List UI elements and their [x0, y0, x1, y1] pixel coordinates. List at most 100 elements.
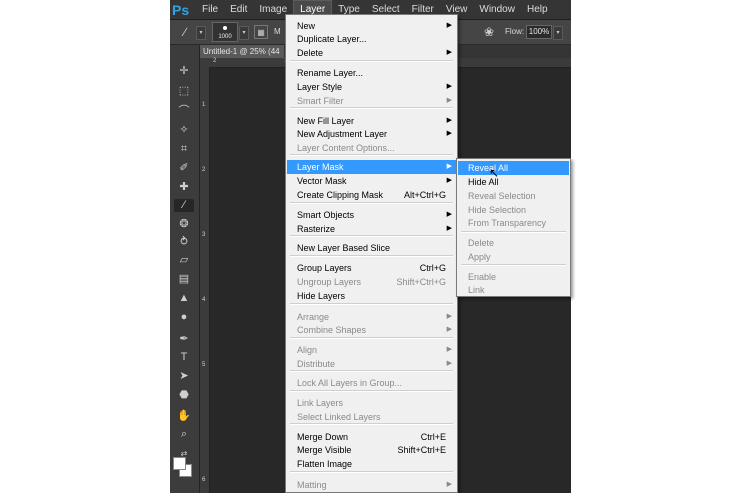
submenu-arrow-icon: ▶: [446, 117, 452, 124]
menu-item-duplicate-layer[interactable]: Duplicate Layer...: [287, 32, 456, 46]
menu-item-shortcut: Shift+Ctrl+E: [397, 445, 446, 455]
menu-item-shortcut: Alt+Ctrl+G: [403, 190, 446, 200]
submenu-arrow-icon: ▶: [446, 97, 452, 104]
zoom-tool-icon[interactable]: ⌕: [174, 428, 194, 441]
submenu-item-hide-all[interactable]: Hide All: [458, 175, 569, 189]
submenu-arrow-icon: ▶: [446, 177, 452, 184]
submenu-arrow-icon: ▶: [446, 22, 452, 29]
menu-item-smart-objects[interactable]: Smart Objects ▶: [287, 208, 456, 222]
menu-item-ungroup-layers[interactable]: Ungroup Layers Shift+Ctrl+G: [287, 275, 456, 289]
submenu-item-reveal-all[interactable]: Reveal All: [458, 161, 569, 175]
healing-brush-tool-icon[interactable]: ✚: [174, 181, 194, 194]
menu-item-label: Rename Layer...: [297, 68, 364, 78]
hand-tool-icon[interactable]: ✋: [174, 410, 194, 423]
menu-item-label: Smart Filter: [297, 96, 344, 106]
menu-item-label: Duplicate Layer...: [297, 34, 367, 44]
crop-tool-icon[interactable]: ⌗: [174, 143, 194, 156]
submenu-arrow-icon: ▶: [446, 326, 452, 333]
type-tool-icon[interactable]: T: [174, 351, 194, 364]
menu-item-delete[interactable]: Delete ▶: [287, 46, 456, 60]
toggle-brush-panel-icon[interactable]: ▦: [254, 25, 268, 39]
menu-item-align[interactable]: Align ▶: [287, 343, 456, 357]
gradient-tool-icon[interactable]: ▤: [174, 273, 194, 286]
brush-tool-icon[interactable]: ∕: [174, 199, 194, 212]
submenu-arrow-icon: ▶: [446, 481, 452, 488]
submenu-item-label: Apply: [468, 252, 491, 262]
menu-edit[interactable]: Edit: [224, 0, 253, 19]
menu-item-new-layer-based-slice[interactable]: New Layer Based Slice: [287, 241, 456, 255]
menu-item-label: Combine Shapes: [297, 325, 367, 335]
foreground-color-swatch[interactable]: [173, 457, 186, 470]
menu-item-create-clipping-mask[interactable]: Create Clipping Mask Alt+Ctrl+G: [287, 188, 456, 202]
path-select-tool-icon[interactable]: ➤: [174, 370, 194, 383]
menu-item-link-layers[interactable]: Link Layers: [287, 396, 456, 410]
menu-item-new-fill-layer[interactable]: New Fill Layer ▶: [287, 114, 456, 128]
menu-item-rasterize[interactable]: Rasterize ▶: [287, 222, 456, 236]
menu-item-lock-all-layers-in-group[interactable]: Lock All Layers in Group...: [287, 376, 456, 390]
menu-item-merge-down[interactable]: Merge Down Ctrl+E: [287, 430, 456, 444]
menu-item-label: Select Linked Layers: [297, 412, 381, 422]
menu-item-label: Matting: [297, 480, 327, 490]
flow-label: Flow:: [505, 27, 525, 36]
brush-dropdown-arrow[interactable]: ▾: [239, 26, 249, 40]
menu-item-group-layers[interactable]: Group Layers Ctrl+G: [287, 261, 456, 275]
menu-item-label: New Fill Layer: [297, 116, 355, 126]
ruler-left: 1 2 3 4 5 6: [200, 67, 210, 493]
menu-item-new-adjustment-layer[interactable]: New Adjustment Layer ▶: [287, 127, 456, 141]
menu-help[interactable]: Help: [521, 0, 554, 19]
marquee-tool-icon[interactable]: ⬚: [174, 85, 194, 98]
menu-item-label: Layer Content Options...: [297, 143, 395, 153]
menu-item-layer-style[interactable]: Layer Style ▶: [287, 80, 456, 94]
flow-dropdown-arrow[interactable]: ▾: [553, 26, 563, 40]
brush-preset-icon[interactable]: ∕: [178, 25, 192, 39]
menu-separator: [290, 471, 453, 473]
menu-item-label: Smart Objects: [297, 210, 355, 220]
clone-stamp-tool-icon[interactable]: ❂: [174, 218, 194, 231]
menu-item-shortcut: Shift+Ctrl+G: [396, 277, 446, 287]
ps-logo: Ps: [172, 1, 190, 18]
submenu-arrow-icon: ▶: [446, 163, 452, 170]
menu-item-distribute[interactable]: Distribute ▶: [287, 357, 456, 371]
menu-file[interactable]: File: [196, 0, 224, 19]
lasso-tool-icon[interactable]: ⌒: [174, 105, 194, 118]
menu-window[interactable]: Window: [473, 0, 521, 19]
menu-item-vector-mask[interactable]: Vector Mask ▶: [287, 174, 456, 188]
submenu-item-apply[interactable]: Apply: [458, 250, 569, 264]
eyedropper-tool-icon[interactable]: ✐: [174, 162, 194, 175]
menu-separator: [290, 255, 453, 257]
history-brush-tool-icon[interactable]: ⥁: [174, 236, 194, 249]
menu-item-merge-visible[interactable]: Merge Visible Shift+Ctrl+E: [287, 443, 456, 457]
menu-item-layer-mask[interactable]: Layer Mask ▶: [287, 160, 456, 174]
ruler-left-label: 4: [202, 297, 206, 303]
menu-item-layer-content-options[interactable]: Layer Content Options...: [287, 141, 456, 155]
eraser-tool-icon[interactable]: ▱: [174, 254, 194, 267]
airbrush-icon[interactable]: ❀: [482, 25, 496, 39]
submenu-item-reveal-selection[interactable]: Reveal Selection: [458, 189, 569, 203]
shape-tool-icon[interactable]: ⬣: [174, 389, 194, 402]
document-tab[interactable]: Untitled-1 @ 25% (44: [200, 45, 284, 58]
menu-item-matting[interactable]: Matting ▶: [287, 478, 456, 492]
menu-item-hide-layers[interactable]: Hide Layers: [287, 289, 456, 303]
menu-item-smart-filter[interactable]: Smart Filter ▶: [287, 94, 456, 108]
menu-item-flatten-image[interactable]: Flatten Image: [287, 457, 456, 471]
submenu-item-delete[interactable]: Delete: [458, 236, 569, 250]
menu-item-new[interactable]: New ▶: [287, 19, 456, 33]
menu-item-rename-layer[interactable]: Rename Layer...: [287, 66, 456, 80]
menu-item-combine-shapes[interactable]: Combine Shapes ▶: [287, 323, 456, 337]
pen-tool-icon[interactable]: ✒: [174, 333, 194, 346]
flow-input[interactable]: 100%: [526, 25, 552, 39]
submenu-item-from-transparency[interactable]: From Transparency: [458, 216, 569, 230]
dodge-tool-icon[interactable]: ●: [174, 311, 194, 324]
blur-tool-icon[interactable]: ▲: [174, 292, 194, 305]
ruler-left-label: 1: [202, 102, 206, 108]
menu-item-arrange[interactable]: Arrange ▶: [287, 310, 456, 324]
menu-item-select-linked-layers[interactable]: Select Linked Layers: [287, 410, 456, 424]
brush-size-picker[interactable]: 1000: [212, 22, 238, 42]
submenu-item-link[interactable]: Link: [458, 283, 569, 297]
submenu-item-enable[interactable]: Enable: [458, 270, 569, 284]
preset-dropdown-arrow[interactable]: ▾: [196, 26, 206, 40]
quick-select-tool-icon[interactable]: ✧: [174, 124, 194, 137]
ruler-left-label: 5: [202, 362, 206, 368]
move-tool-icon[interactable]: ✛: [174, 65, 194, 78]
submenu-item-hide-selection[interactable]: Hide Selection: [458, 203, 569, 217]
